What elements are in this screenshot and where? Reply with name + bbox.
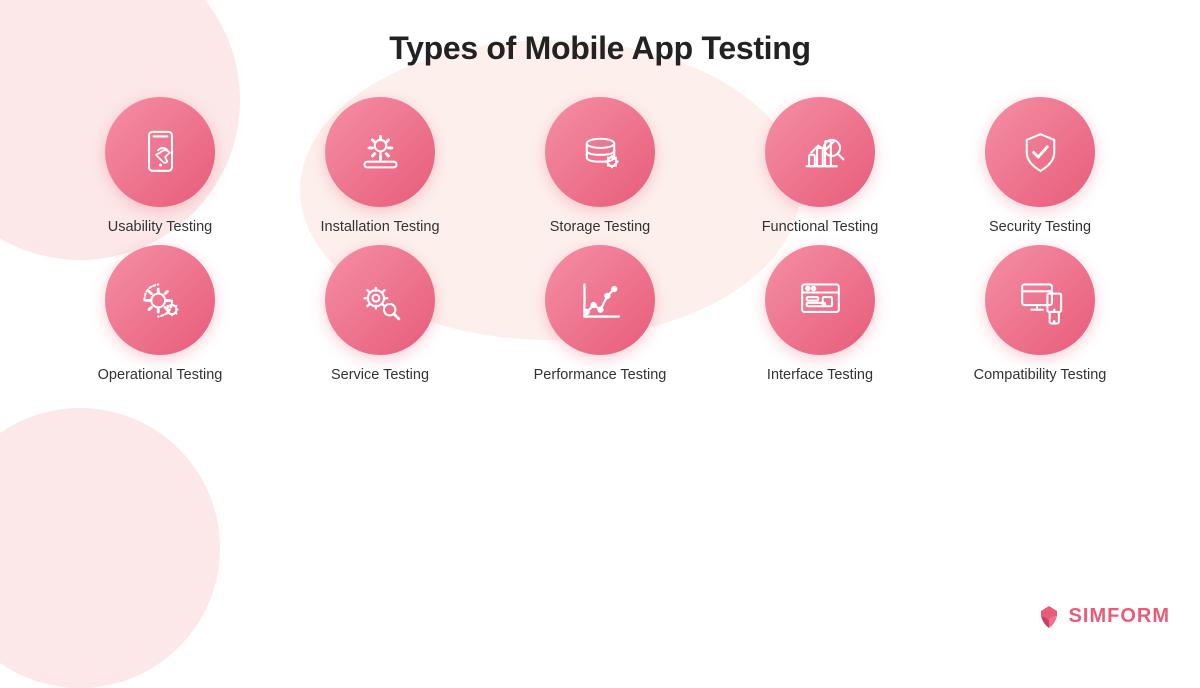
label-service: Service Testing [331,367,429,383]
security-icon [1013,125,1068,180]
label-operational: Operational Testing [98,367,223,383]
page-title: Types of Mobile App Testing [389,30,811,67]
item-installation: Installation Testing [280,97,480,235]
circle-compatibility [985,245,1095,355]
simform-logo: SIMFORM [1035,602,1170,630]
label-security: Security Testing [989,219,1091,235]
circle-interface [765,245,875,355]
testing-grid: Usability Testing Installation Testing [40,97,1160,383]
label-functional: Functional Testing [762,219,879,235]
performance-icon [573,273,628,328]
circle-performance [545,245,655,355]
circle-operational [105,245,215,355]
label-usability: Usability Testing [108,219,213,235]
storage-icon [573,125,628,180]
item-service: Service Testing [280,245,480,383]
circle-storage [545,97,655,207]
functional-icon [793,125,848,180]
row-2: Operational Testing Service Testi [40,245,1160,383]
circle-usability [105,97,215,207]
item-interface: Interface Testing [720,245,920,383]
row-1: Usability Testing Installation Testing [40,97,1160,235]
interface-icon [793,273,848,328]
item-performance: Performance Testing [500,245,700,383]
item-functional: Functional Testing [720,97,920,235]
circle-functional [765,97,875,207]
logo-text: SIMFORM [1069,605,1170,628]
label-performance: Performance Testing [534,367,667,383]
simform-logo-icon [1035,602,1063,630]
label-storage: Storage Testing [550,219,651,235]
item-security: Security Testing [940,97,1140,235]
item-storage: Storage Testing [500,97,700,235]
label-installation: Installation Testing [320,219,439,235]
label-interface: Interface Testing [767,367,873,383]
service-icon [353,273,408,328]
item-compatibility: Compatibility Testing [940,245,1140,383]
circle-service [325,245,435,355]
installation-icon [353,125,408,180]
label-compatibility: Compatibility Testing [974,367,1107,383]
item-operational: Operational Testing [60,245,260,383]
operational-icon [133,273,188,328]
smartphone-icon [133,125,188,180]
item-usability: Usability Testing [60,97,260,235]
main-content: Types of Mobile App Testing [0,0,1200,393]
decorative-blob-bottom-left [0,408,220,688]
circle-installation [325,97,435,207]
circle-security [985,97,1095,207]
compatibility-icon [1013,273,1068,328]
